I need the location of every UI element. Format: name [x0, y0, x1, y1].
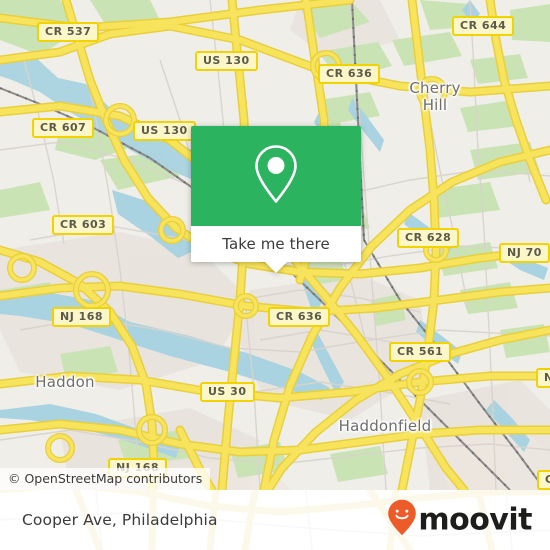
destination-popup[interactable]: Take me there	[191, 126, 361, 273]
road-shield-us130-2: US 130	[133, 121, 196, 141]
road-shield-cr607: CR 607	[32, 118, 95, 138]
road-shield-nj-edge: NJ	[536, 368, 550, 388]
location-pin-outline-icon	[252, 143, 300, 210]
road-shield-cr644: CR 644	[452, 16, 515, 36]
popup-header	[191, 126, 361, 226]
moovit-logo[interactable]: moovit	[387, 499, 532, 542]
take-me-there-label: Take me there	[222, 235, 330, 253]
place-title: Cooper Ave, Philadelphia	[22, 511, 218, 529]
road-shield-us130: US 130	[195, 51, 258, 71]
footer-bar: Cooper Ave, Philadelphia moovit	[0, 490, 550, 550]
road-shield-cr628: CR 628	[397, 228, 460, 248]
moovit-pin-smiley-icon	[387, 499, 417, 542]
road-shield-cr603: CR 603	[52, 215, 115, 235]
map-canvas[interactable]: Cherry Hill Haddon Haddonfield CR 537 US…	[0, 0, 550, 490]
popup-tail-pointer	[265, 262, 287, 273]
road-shield-nj168: NJ 168	[52, 307, 112, 327]
road-shield-us30: US 30	[200, 382, 255, 402]
moovit-wordmark: moovit	[418, 502, 532, 537]
road-shield-nj70: NJ 70	[499, 243, 550, 263]
road-shield-cr537: CR 537	[37, 22, 100, 42]
road-shield-cr636-2: CR 636	[268, 307, 331, 327]
moovit-map-screenshot: Cherry Hill Haddon Haddonfield CR 537 US…	[0, 0, 550, 550]
popup-action-bar[interactable]: Take me there	[191, 226, 361, 262]
osm-attribution[interactable]: © OpenStreetMap contributors	[0, 468, 211, 490]
road-shield-cr-edge: CR	[537, 470, 550, 490]
road-shield-cr561: CR 561	[389, 342, 452, 362]
road-shield-cr636: CR 636	[318, 64, 381, 84]
